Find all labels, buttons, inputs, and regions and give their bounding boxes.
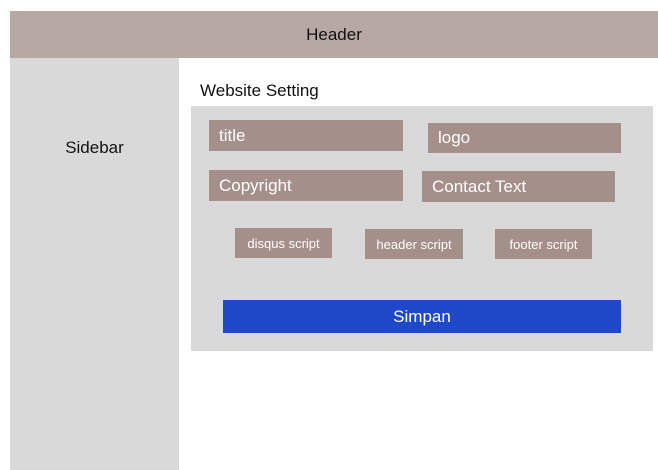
save-button[interactable]: Simpan — [223, 300, 621, 333]
copyright-field-label: Copyright — [219, 175, 292, 195]
page-title: Website Setting — [200, 81, 319, 100]
contact-text-field-label: Contact Text — [432, 176, 527, 196]
sidebar-label: Sidebar — [65, 138, 124, 157]
header-script-field[interactable]: header script — [365, 229, 463, 259]
footer-script-field[interactable]: footer script — [495, 229, 592, 259]
page-frame: Header Sidebar Website Setting title log… — [0, 0, 658, 470]
logo-field-label: logo — [438, 128, 471, 147]
sidebar: Sidebar — [10, 58, 179, 470]
disqus-script-field-label: disqus script — [247, 235, 320, 251]
copyright-field[interactable]: Copyright — [209, 170, 403, 201]
disqus-script-field[interactable]: disqus script — [235, 228, 332, 258]
header-script-field-label: header script — [376, 236, 452, 252]
title-field[interactable]: title — [209, 120, 403, 151]
logo-field[interactable]: logo — [428, 123, 621, 153]
header: Header — [10, 11, 658, 58]
footer-script-field-label: footer script — [509, 236, 578, 252]
contact-text-field[interactable]: Contact Text — [422, 171, 615, 202]
title-field-label: title — [219, 125, 246, 145]
header-title: Header — [306, 24, 362, 44]
save-button-label: Simpan — [393, 306, 451, 326]
